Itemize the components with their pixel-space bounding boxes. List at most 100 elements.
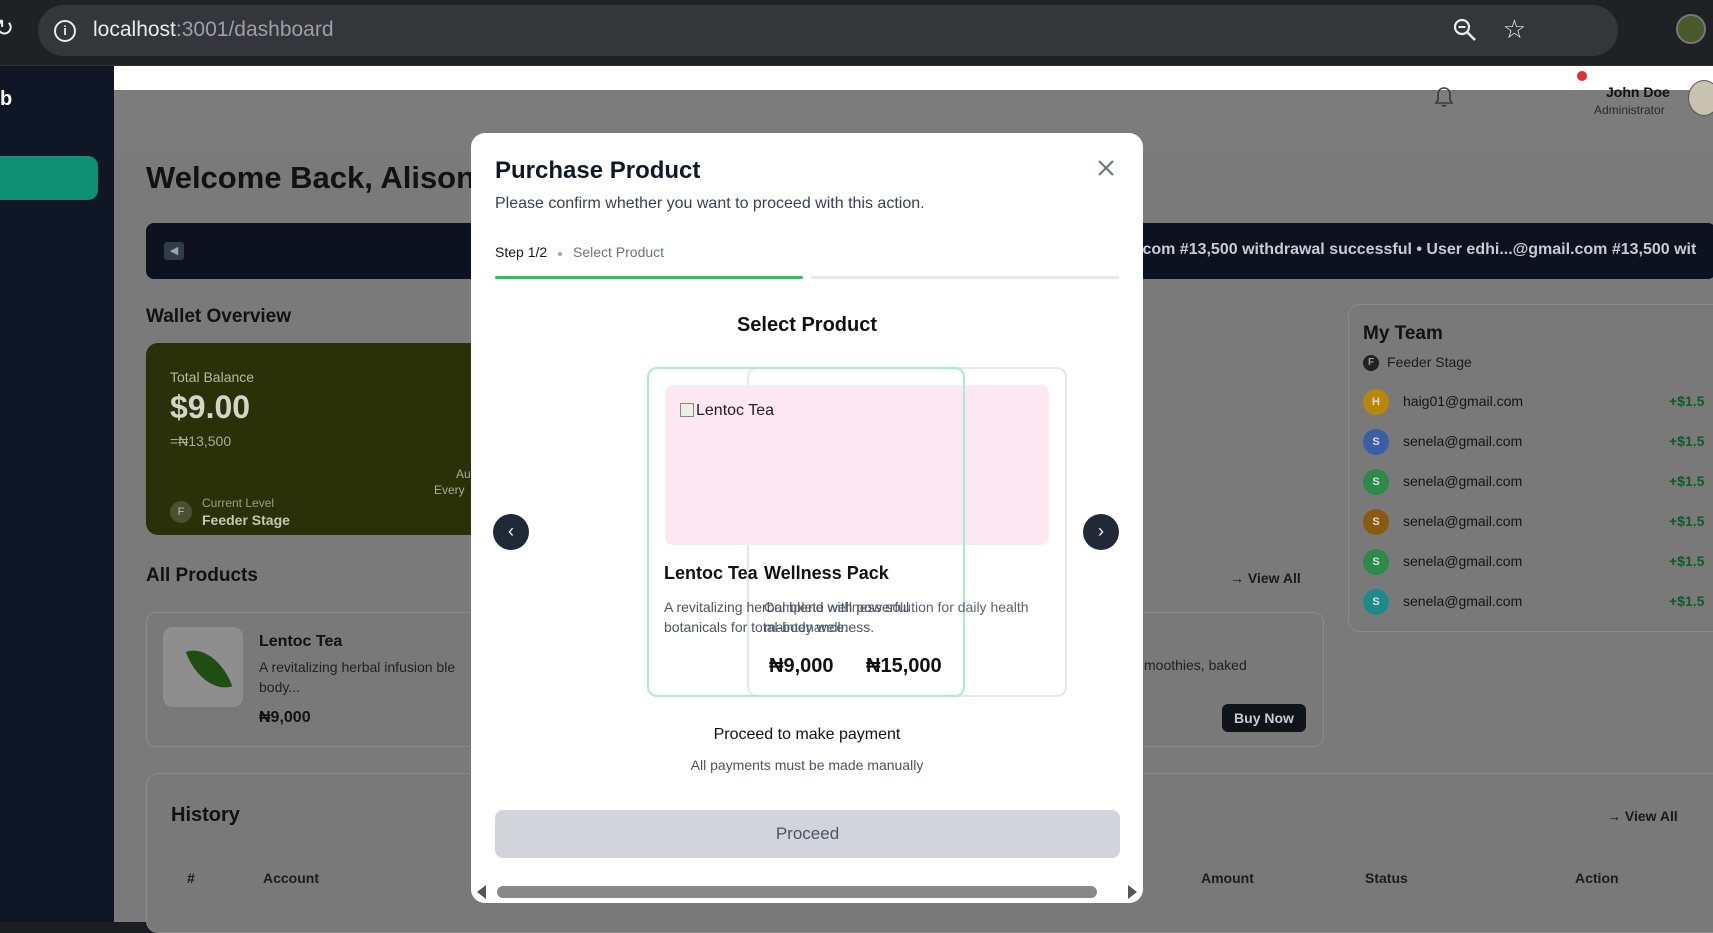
scroll-right-icon[interactable] (1128, 885, 1137, 899)
proceed-title: Proceed to make payment (713, 726, 901, 743)
scroll-left-icon[interactable] (477, 885, 486, 899)
team-title: My Team (1363, 323, 1443, 344)
product-desc: A revitalizing herbal infusion ble body.… (259, 659, 456, 695)
browser-profile-avatar[interactable] (1676, 14, 1706, 44)
balance-value: $9.00 (170, 389, 251, 425)
team-member: Ssenela@gmail.com +$1.5 (1363, 547, 1713, 577)
column-header: Action (1575, 870, 1619, 886)
member-amount: +$1.5 (1669, 473, 1705, 489)
scrollbar-thumb[interactable] (497, 886, 1097, 898)
image-alt-text: Lentoc Tea (696, 402, 774, 419)
user-role: Administrator (1594, 103, 1665, 117)
top-white-bar (114, 66, 1713, 90)
broken-image-icon (680, 403, 694, 417)
welcome-heading: Welcome Back, Alison (146, 160, 476, 195)
current-level-label: Current Level (202, 496, 275, 510)
option2-price: ₦15,000 (866, 655, 942, 677)
horizontal-scrollbar[interactable] (471, 879, 1143, 903)
step-indicator: Step 1/2 (495, 244, 548, 260)
member-amount: +$1.5 (1669, 593, 1705, 609)
product-image (163, 627, 243, 707)
column-header: Amount (1201, 870, 1254, 886)
product-price: ₦9,000 (259, 709, 311, 726)
member-email: senela@gmail.com (1403, 553, 1523, 569)
option2-name: Wellness Pack (764, 563, 889, 583)
products-view-all-link[interactable]: → View All (1230, 570, 1301, 586)
sidebar-item-active[interactable] (0, 156, 98, 200)
member-amount: +$1.5 (1669, 433, 1705, 449)
carousel-prev-button[interactable]: ‹ (493, 514, 529, 550)
select-product-heading: Select Product (736, 314, 878, 336)
team-member: Hhaig01@gmail.com +$1.5 (1363, 387, 1713, 417)
wallet-card: Total Balance $9.00 =₦13,500 Au Every F … (146, 343, 486, 535)
leaf-icon (185, 640, 233, 698)
option1-name: Lentoc Tea (664, 563, 758, 583)
modal-title: Purchase Product (495, 157, 701, 184)
member-amount: +$1.5 (1669, 553, 1705, 569)
proceed-button[interactable]: Proceed (495, 810, 1120, 858)
wallet-au-fragment: Au (456, 467, 471, 481)
team-stage: Feeder Stage (1387, 354, 1472, 370)
member-email: senela@gmail.com (1403, 473, 1523, 489)
close-icon[interactable] (1095, 157, 1117, 179)
wallet-heading: Wallet Overview (146, 306, 292, 327)
team-member: Ssenela@gmail.com +$1.5 (1363, 427, 1713, 457)
member-avatar: S (1363, 509, 1389, 535)
level-badge: F (170, 501, 192, 523)
team-member: Ssenela@gmail.com +$1.5 (1363, 587, 1713, 617)
carousel-next-button[interactable]: › (1083, 514, 1119, 550)
my-team-panel: My Team F Feeder Stage Hhaig01@gmail.com… (1348, 304, 1713, 632)
member-avatar: S (1363, 469, 1389, 495)
products-heading: All Products (146, 565, 258, 586)
wallet-every-fragment: Every (434, 483, 465, 497)
sidebar: b (0, 66, 114, 922)
site-info-icon[interactable]: i (54, 20, 76, 42)
reload-icon[interactable]: ↻ (0, 14, 14, 43)
notification-bell-icon[interactable] (1434, 86, 1454, 108)
bookmark-star-icon[interactable]: ☆ (1503, 15, 1526, 43)
balance-naira: =₦13,500 (170, 433, 232, 449)
column-header: Status (1365, 870, 1408, 886)
total-balance-label: Total Balance (170, 369, 255, 385)
speaker-icon: ◀ (164, 242, 184, 260)
member-email: senela@gmail.com (1403, 433, 1523, 449)
team-member: Ssenela@gmail.com +$1.5 (1363, 467, 1713, 497)
browser-toolbar: ↻ i localhost:3001/dashboard ☆ (0, 0, 1713, 66)
modal-subtitle: Please confirm whether you want to proce… (495, 195, 925, 212)
stage-badge: F (1363, 355, 1379, 371)
address-bar[interactable]: i localhost:3001/dashboard ☆ (38, 5, 1618, 56)
member-email: senela@gmail.com (1403, 593, 1523, 609)
column-header: # (187, 870, 195, 886)
url-path: :3001/dashboard (175, 18, 334, 41)
member-email: haig01@gmail.com (1403, 393, 1524, 409)
broken-image: Lentoc Tea (680, 402, 774, 420)
buy-now-button[interactable]: Buy Now (1222, 704, 1306, 732)
progress-step-2 (811, 276, 1119, 279)
member-avatar: S (1363, 589, 1389, 615)
member-amount: +$1.5 (1669, 513, 1705, 529)
member-avatar: H (1363, 389, 1389, 415)
option1-price: ₦9,000 (769, 655, 834, 677)
column-header: Account (263, 870, 319, 886)
url-host: localhost (93, 18, 176, 41)
progress-step-1 (495, 276, 803, 279)
history-view-all-link[interactable]: → View All (1607, 808, 1678, 824)
user-avatar[interactable] (1688, 80, 1713, 116)
member-avatar: S (1363, 549, 1389, 575)
proceed-subtitle: All payments must be made manually (690, 757, 924, 773)
step-name: Select Product (573, 244, 665, 260)
member-avatar: S (1363, 429, 1389, 455)
step-separator (558, 252, 562, 256)
product2-desc-fragment: moothies, baked (1144, 657, 1247, 673)
product-name: Lentoc Tea (259, 633, 343, 650)
history-title: History (171, 804, 240, 826)
team-member: Ssenela@gmail.com +$1.5 (1363, 507, 1713, 537)
url-text[interactable]: localhost:3001/dashboard (93, 18, 334, 42)
member-amount: +$1.5 (1669, 393, 1705, 409)
option2-desc: Complete wellness solution for daily hea… (764, 599, 1029, 635)
ticker-text: .com #13,500 withdrawal successful • Use… (1138, 241, 1697, 258)
purchase-modal: Purchase Product Please confirm whether … (471, 133, 1143, 903)
zoom-icon[interactable] (1452, 17, 1478, 43)
notification-dot (1577, 71, 1587, 81)
sidebar-brand: b (0, 88, 13, 110)
